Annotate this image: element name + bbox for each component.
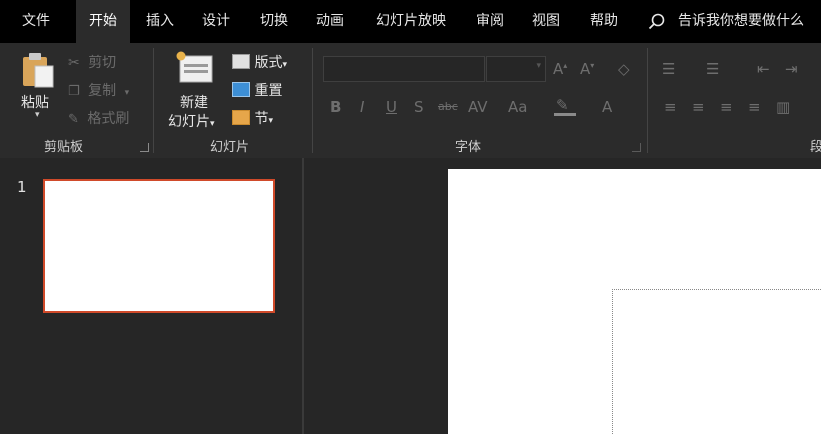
align-left-icon[interactable]: ≡: [664, 98, 677, 116]
chevron-down-icon: ▾: [35, 110, 40, 120]
new-slide-button[interactable]: 新建 幻灯片▾: [164, 48, 228, 130]
tab-file[interactable]: 文件: [10, 0, 62, 43]
decrease-indent-icon[interactable]: ⇤: [757, 60, 770, 78]
bold-icon[interactable]: B: [330, 98, 341, 116]
clipboard-dialog-launcher[interactable]: [140, 143, 149, 152]
scissors-icon: ✂: [68, 55, 80, 71]
group-separator: [153, 48, 154, 153]
bullets-icon[interactable]: ☰: [662, 60, 675, 78]
slide-thumbnail[interactable]: [43, 179, 275, 313]
copy-button[interactable]: ❐ 复制 ▾: [68, 80, 129, 100]
align-center-icon[interactable]: ≡: [692, 98, 705, 116]
tab-help[interactable]: 帮助: [580, 0, 628, 43]
reset-label: 重置: [254, 83, 283, 99]
clipboard-group-label: 剪贴板: [44, 140, 84, 155]
chevron-down-icon: ▾: [210, 119, 215, 129]
section-button[interactable]: 节▾: [232, 108, 273, 128]
chevron-down-icon: ▾: [124, 88, 130, 98]
font-name-combo[interactable]: [323, 56, 485, 82]
new-slide-label-line2: 幻灯片: [168, 114, 210, 130]
tab-design[interactable]: 设计: [192, 0, 240, 43]
highlight-icon[interactable]: ✎: [556, 96, 569, 114]
grow-font-icon[interactable]: A▴: [553, 60, 567, 78]
font-group-label: 字体: [455, 140, 482, 155]
format-painter-label: 格式刷: [87, 111, 130, 127]
brush-icon: ✎: [68, 112, 79, 127]
change-case-icon[interactable]: Aa: [508, 98, 527, 116]
tab-view[interactable]: 视图: [522, 0, 570, 43]
chevron-down-icon: ▾: [282, 60, 287, 70]
layout-button[interactable]: 版式▾: [232, 52, 287, 72]
increase-indent-icon[interactable]: ⇥: [785, 60, 798, 78]
strikethrough-icon[interactable]: abc: [438, 100, 458, 113]
chevron-down-icon: ▾: [268, 116, 273, 126]
new-slide-label-line1: 新建: [180, 95, 208, 111]
clear-formatting-icon[interactable]: ◇: [618, 60, 630, 78]
tab-review[interactable]: 审阅: [466, 0, 514, 43]
search-icon: [648, 13, 665, 30]
paste-label: 粘贴: [21, 95, 49, 111]
paste-button[interactable]: 粘贴 ▾: [14, 50, 60, 128]
cut-label: 剪切: [88, 55, 117, 71]
menu-bar: 文件 开始 插入 设计 切换 动画 幻灯片放映 审阅 视图 帮助 告诉我你想要做…: [0, 0, 821, 43]
italic-icon[interactable]: I: [360, 98, 364, 116]
paragraph-group-label: 段: [810, 140, 821, 155]
tab-transitions[interactable]: 切换: [250, 0, 298, 43]
search-text: 告诉我你想要做什么: [678, 13, 804, 29]
underline-icon[interactable]: U: [386, 98, 397, 116]
content-placeholder[interactable]: [612, 289, 821, 434]
layout-icon: [232, 54, 250, 69]
copy-icon: ❐: [68, 84, 80, 99]
highlight-color-bar: [554, 113, 576, 116]
new-slide-icon: [176, 51, 213, 83]
text-shadow-icon[interactable]: S: [414, 98, 424, 116]
character-spacing-icon[interactable]: AV: [468, 98, 488, 116]
group-separator: [312, 48, 313, 153]
group-separator: [647, 48, 648, 153]
paste-icon: [23, 53, 54, 88]
align-right-icon[interactable]: ≡: [720, 98, 733, 116]
font-color-icon[interactable]: A: [602, 98, 612, 116]
layout-label: 版式: [254, 55, 283, 71]
reset-icon: [232, 82, 250, 97]
shrink-font-icon[interactable]: A▾: [580, 60, 594, 78]
reset-button[interactable]: 重置: [232, 80, 282, 100]
tab-animations[interactable]: 动画: [306, 0, 354, 43]
slides-group-label: 幻灯片: [210, 140, 250, 155]
columns-icon[interactable]: ▥: [776, 98, 790, 116]
numbering-icon[interactable]: ☰: [706, 60, 719, 78]
justify-icon[interactable]: ≡: [748, 98, 761, 116]
section-icon: [232, 110, 250, 125]
chevron-down-icon: ▾: [536, 61, 541, 71]
tab-slideshow[interactable]: 幻灯片放映: [364, 0, 458, 43]
copy-label: 复制: [88, 83, 117, 99]
cut-button[interactable]: ✂ 剪切: [68, 52, 116, 72]
tab-insert[interactable]: 插入: [136, 0, 184, 43]
font-size-combo[interactable]: ▾: [486, 56, 546, 82]
format-painter-button[interactable]: ✎ 格式刷: [68, 108, 129, 128]
font-dialog-launcher[interactable]: [632, 143, 641, 152]
tab-home[interactable]: 开始: [76, 0, 130, 43]
slide-number: 1: [17, 178, 27, 196]
section-label: 节: [254, 111, 269, 127]
